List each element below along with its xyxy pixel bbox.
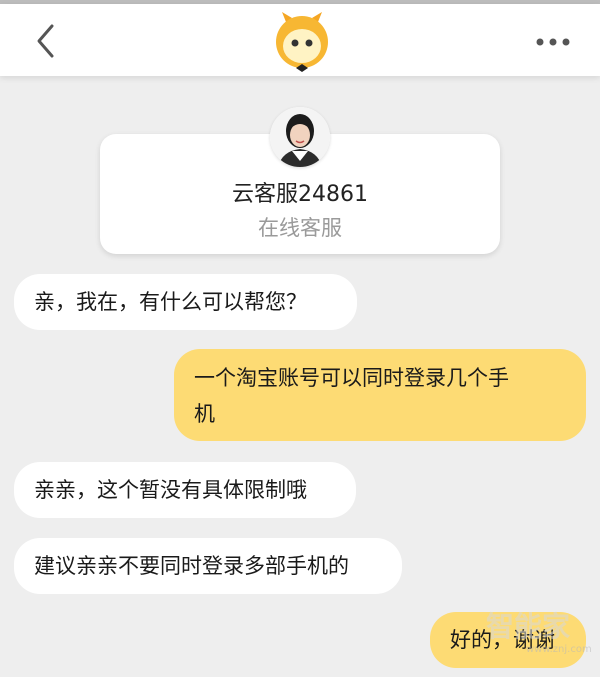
mascot-logo-icon [274,10,330,74]
message-bubble-outgoing: 一个淘宝账号可以同时登录几个手 机 [174,349,586,441]
message-text: 建议亲亲不要同时登录多部手机的 [34,554,349,578]
chevron-left-icon [37,24,54,58]
back-button[interactable] [28,18,68,64]
more-horizontal-icon [536,38,570,46]
message-bubble-incoming: 建议亲亲不要同时登录多部手机的 [14,538,402,594]
top-nav-bar [0,4,600,76]
more-options-button[interactable] [530,22,576,62]
message-text-line: 一个淘宝账号可以同时登录几个手 [194,366,509,390]
message-text: 亲亲，这个暂没有具体限制哦 [34,478,307,502]
agent-name: 云客服24861 [232,182,368,207]
agent-avatar-icon[interactable] [270,107,330,167]
message-bubble-outgoing: 好的，谢谢 [430,612,586,668]
message-bubble-incoming: 亲亲，这个暂没有具体限制哦 [14,462,356,518]
message-text: 好的，谢谢 [450,628,555,652]
message-bubble-incoming: 亲，我在，有什么可以帮您？ [14,274,357,330]
message-text: 亲，我在，有什么可以帮您？ [34,290,307,314]
agent-role: 在线客服 [258,216,342,240]
message-text-line: 机 [194,402,215,426]
